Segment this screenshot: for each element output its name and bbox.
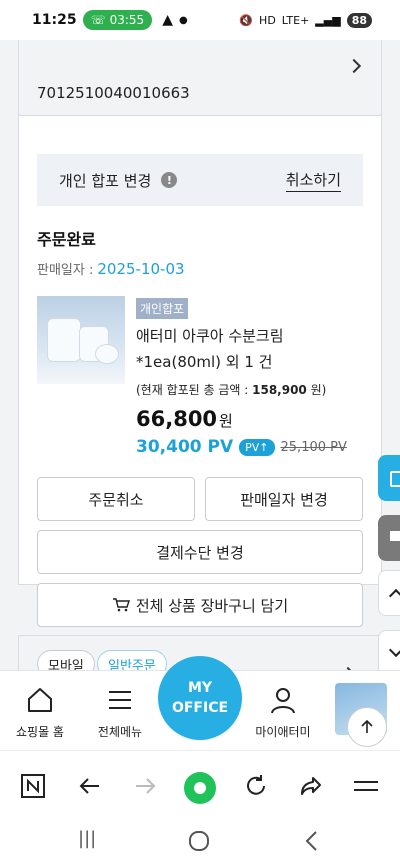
forward-icon[interactable] bbox=[132, 773, 158, 799]
combined-shipping-notice: 개인 합포 변경 ! 취소하기 bbox=[37, 154, 363, 206]
order-status: 주문완료 bbox=[37, 230, 96, 249]
battery-level: 88 bbox=[346, 12, 372, 28]
chevron-right-icon[interactable] bbox=[346, 58, 362, 74]
cancel-combine-link[interactable]: 취소하기 bbox=[285, 169, 341, 192]
add-all-to-cart-label: 전체 상품 장바구니 담기 bbox=[135, 596, 289, 615]
phone-icon: ☏ bbox=[90, 13, 106, 27]
jar-shape bbox=[47, 318, 81, 362]
scroll-down-button[interactable] bbox=[378, 630, 400, 670]
call-time: 03:55 bbox=[109, 13, 145, 27]
pv-up-badge: PV↑ bbox=[239, 438, 275, 456]
clock: 11:25 bbox=[32, 12, 77, 28]
nav-shopping-home[interactable]: 쇼핑몰 홈 bbox=[0, 685, 80, 740]
mute-icon: 🔇 bbox=[239, 13, 254, 27]
nav-label: 쇼핑몰 홈 bbox=[16, 725, 64, 739]
pv-value: 30,400 PV bbox=[136, 437, 234, 457]
scroll-top-button[interactable] bbox=[347, 707, 387, 747]
nav-label: 전체메뉴 bbox=[97, 725, 143, 739]
naver-icon[interactable] bbox=[20, 773, 46, 799]
price-unit: 원 bbox=[219, 412, 233, 430]
network-label: LTE+ bbox=[281, 13, 310, 27]
scroll-up-button[interactable] bbox=[378, 570, 400, 616]
my-office-button[interactable]: MY OFFICE bbox=[158, 656, 242, 740]
price-value: 66,800 bbox=[136, 407, 218, 431]
home-circle-icon[interactable] bbox=[188, 830, 210, 852]
notification-dot-icon: ● bbox=[178, 14, 188, 26]
channel-chip: 모바일 bbox=[37, 650, 95, 670]
back-chevron-icon[interactable] bbox=[302, 830, 322, 852]
screen: 11:25 ☏ 03:55 ▲ ● 🔇 HD LTE+ ▂▄▆ 88 70125… bbox=[0, 0, 400, 867]
change-payment-button[interactable]: 결제수단 변경 bbox=[37, 530, 363, 574]
app-bottom-nav: 쇼핑몰 홈 전체메뉴 MY OFFICE 마이애터미 bbox=[0, 656, 400, 750]
add-all-to-cart-button[interactable]: 전체 상품 장바구니 담기 bbox=[37, 583, 363, 627]
office-line2: OFFICE bbox=[171, 700, 229, 716]
warning-icon: ▲ bbox=[162, 12, 173, 28]
menu-icon[interactable] bbox=[353, 773, 379, 799]
back-icon[interactable] bbox=[77, 773, 103, 799]
browser-toolbar bbox=[0, 750, 400, 820]
status-bar: 11:25 ☏ 03:55 ▲ ● 🔇 HD LTE+ ▂▄▆ 88 bbox=[0, 0, 400, 40]
nav-my-atomy[interactable]: 마이애터미 bbox=[243, 685, 323, 740]
nav-all-menu[interactable]: 전체메뉴 bbox=[80, 685, 160, 740]
pv-row: 30,400 PV PV↑ 25,100 PV bbox=[136, 437, 347, 457]
notice-label: 개인 합포 변경 bbox=[59, 171, 152, 190]
hamburger-icon bbox=[109, 691, 131, 709]
combined-total-label: (현재 합포된 총 금액 : bbox=[136, 383, 253, 397]
chat-side-button[interactable] bbox=[378, 455, 400, 501]
jar-lid-shape bbox=[95, 344, 119, 364]
signal-icon: ▂▄▆ bbox=[315, 13, 341, 27]
order-card: 7012510040010663 개인 합포 변경 ! 취소하기 주문완료 판매… bbox=[18, 40, 382, 627]
system-nav-bar: ||| bbox=[0, 820, 400, 867]
info-icon[interactable]: ! bbox=[161, 172, 178, 188]
order-list[interactable]: 7012510040010663 개인 합포 변경 ! 취소하기 주문완료 판매… bbox=[0, 40, 400, 670]
order-type-badge: 개인합포 bbox=[136, 298, 189, 319]
pv-old-value: 25,100 PV bbox=[280, 439, 347, 455]
product-thumbnail[interactable] bbox=[37, 296, 125, 384]
nav-label: 마이애터미 bbox=[255, 725, 311, 739]
sale-date-value: 2025-10-03 bbox=[97, 260, 185, 278]
person-icon bbox=[271, 688, 295, 714]
sale-date: 판매일자 :2025-10-03 bbox=[37, 259, 185, 278]
reload-icon[interactable] bbox=[243, 773, 269, 799]
order-number: 7012510040010663 bbox=[37, 84, 190, 102]
talk-side-button[interactable] bbox=[378, 515, 400, 561]
combined-total: (현재 합포된 총 금액 : 158,900 원) bbox=[136, 381, 326, 398]
hd-icon: HD bbox=[259, 13, 276, 27]
sale-date-label: 판매일자 : bbox=[37, 263, 94, 278]
cancel-order-button[interactable]: 주문취소 bbox=[37, 477, 195, 521]
call-indicator[interactable]: ☏ 03:55 bbox=[82, 10, 153, 30]
cart-icon bbox=[112, 598, 130, 612]
office-line1: MY bbox=[187, 680, 213, 696]
change-sale-date-button[interactable]: 판매일자 변경 bbox=[205, 477, 363, 521]
order-card-header[interactable]: 7012510040010663 bbox=[19, 40, 381, 116]
order-type-chip: 일반주문 bbox=[97, 650, 167, 670]
recents-icon[interactable]: ||| bbox=[78, 828, 96, 849]
status-right: 🔇 HD LTE+ ▂▄▆ 88 bbox=[239, 12, 372, 28]
product-name[interactable]: 애터미 아쿠아 수분크림 *1ea(80ml) 외 1 건 bbox=[136, 323, 371, 375]
combined-total-amount: 158,900 bbox=[252, 383, 307, 397]
green-dot-icon[interactable] bbox=[183, 771, 217, 805]
combined-total-suffix: 원) bbox=[306, 383, 327, 397]
arrow-up-icon bbox=[361, 719, 373, 733]
home-icon bbox=[28, 688, 52, 712]
share-icon[interactable] bbox=[298, 773, 324, 799]
price: 66,800 원 bbox=[136, 407, 233, 431]
